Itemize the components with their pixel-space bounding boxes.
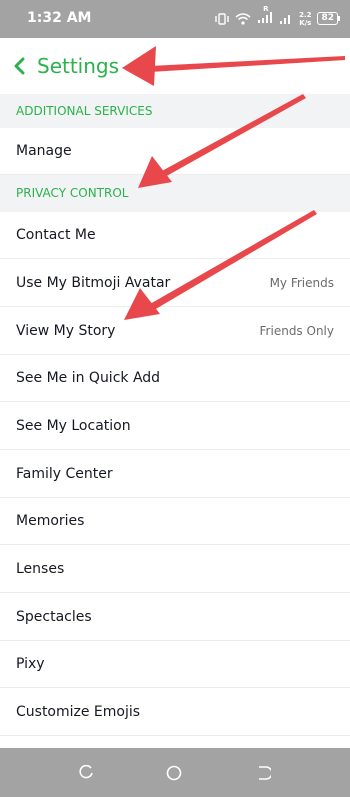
network-speed: 2.2 K/s [299,11,311,27]
settings-item-pixy[interactable]: Pixy [0,641,350,688]
status-icons: R 2.2 K/s 82 [215,5,340,28]
settings-header: Settings [0,38,350,94]
net-speed-unit: K/s [299,18,312,27]
settings-item-quick-add[interactable]: See Me in Quick Add [0,355,350,402]
signal-icon-2 [280,14,291,24]
section-header-privacy-control: PRIVACY CONTROL [0,175,350,212]
item-label: Use My Bitmoji Avatar [16,274,171,291]
item-label: Lenses [16,560,65,577]
settings-item-contact-me[interactable]: Contact Me [0,212,350,259]
item-label: See My Location [16,417,131,434]
home-icon[interactable] [166,765,182,781]
item-label: Contact Me [16,227,96,243]
settings-item-lenses[interactable]: Lenses [0,545,350,593]
settings-item-bitmoji-avatar[interactable]: Use My Bitmoji Avatar My Friends [0,259,350,307]
cell-signal: R [257,5,273,28]
vibrate-icon [215,12,229,25]
net-speed-value: 2.2 [299,10,312,19]
wifi-icon [235,12,251,25]
item-label: Pixy [16,656,45,672]
recent-apps-icon[interactable] [78,765,94,781]
page-title: Settings [37,54,120,78]
settings-item-spectacles[interactable]: Spectacles [0,593,350,641]
item-label: Manage [16,143,72,159]
item-label: View My Story [16,322,116,339]
settings-item-manage[interactable]: Manage [0,128,350,175]
settings-item-memories[interactable]: Memories [0,498,350,545]
settings-item-my-location[interactable]: See My Location [0,402,350,450]
status-bar: 1:32 AM R 2.2 K/s 82 [0,0,350,38]
item-label: See Me in Quick Add [16,370,161,386]
settings-item-view-my-story[interactable]: View My Story Friends Only [0,307,350,355]
item-value: My Friends [269,275,334,290]
item-label: Customize Emojis [16,703,141,720]
item-value: Friends Only [259,323,334,338]
settings-item-customize-emojis[interactable]: Customize Emojis [0,688,350,736]
battery-indicator: 82 [317,12,340,25]
back-icon[interactable] [255,765,271,781]
item-label: Spectacles [16,608,92,625]
roaming-label: R [263,5,269,13]
item-label: Family Center [16,465,113,482]
signal-icon [258,12,273,23]
settings-item-family-center[interactable]: Family Center [0,450,350,498]
status-time: 1:32 AM [27,10,92,26]
back-chevron-icon[interactable] [12,57,26,75]
item-label: Memories [16,513,85,529]
section-header-additional-services: ADDITIONAL SERVICES [0,94,350,128]
system-nav-bar [0,748,350,797]
